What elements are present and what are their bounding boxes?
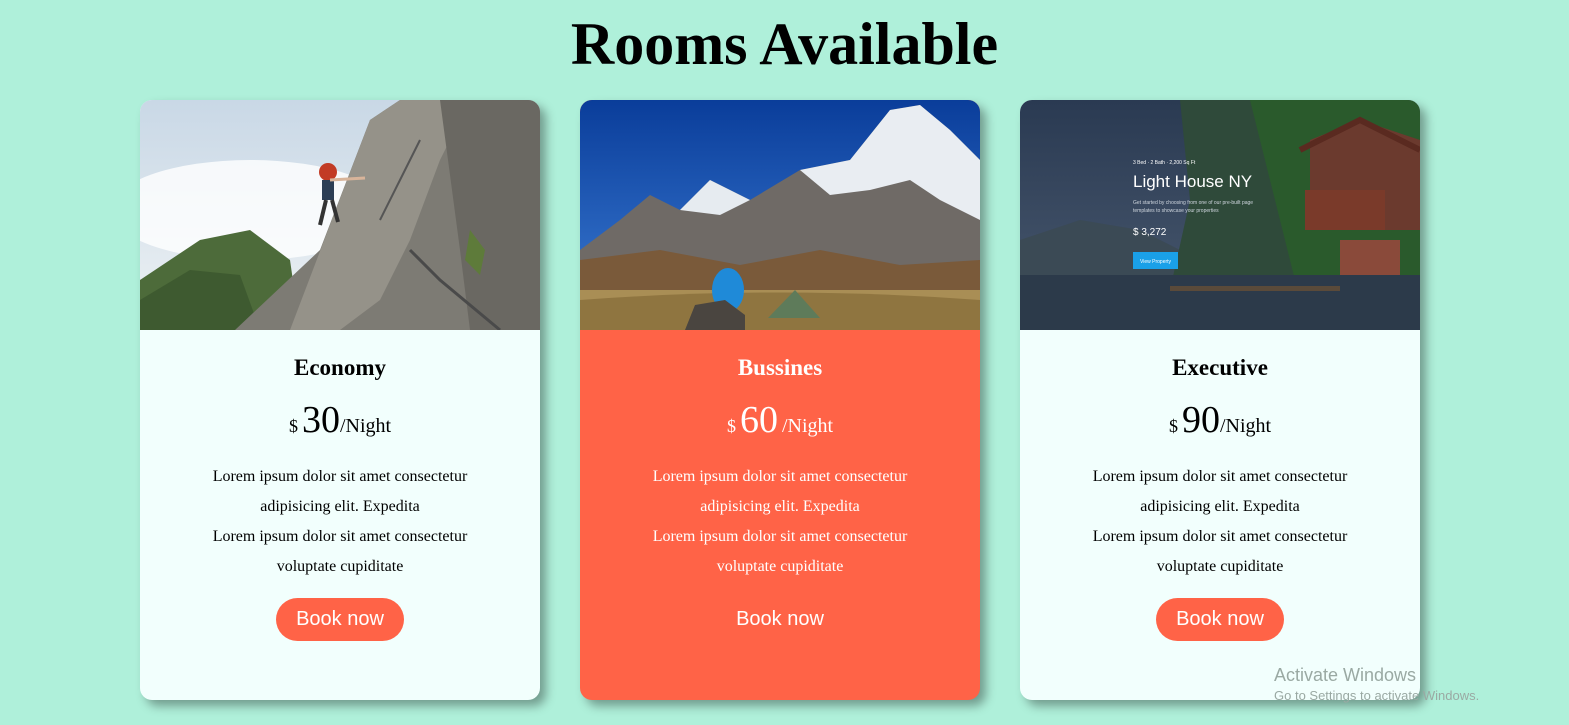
book-now-button[interactable]: Book now [716,598,844,641]
description-line: adipisicing elit. Expedita [260,498,420,515]
book-now-button[interactable]: Book now [1156,598,1284,641]
room-price: $ 90/Night [1020,398,1420,450]
description-line: adipisicing elit. Expedita [1140,498,1300,515]
room-name: Executive [1172,355,1268,380]
image-blurb: Get started by choosing from one of our … [1133,200,1253,206]
image-blurb: templates to showcase your properties [1133,208,1219,214]
description-line: Lorem ipsum dolor sit amet consectetur [652,468,908,485]
description-line: Lorem ipsum dolor sit amet consectetur [652,528,908,545]
room-card-executive: 3 Bed · 2 Bath · 2,200 Sq Ft Light House… [1020,100,1420,700]
room-price: $ 60 /Night [580,398,980,450]
page-title: Rooms Available [570,11,999,77]
activation-watermark: Activate Windows Go to Settings to activ… [1274,664,1479,706]
description-line: Lorem ipsum dolor sit amet consectetur [1092,528,1348,545]
room-name: Economy [294,355,386,380]
description-line: Lorem ipsum dolor sit amet consectetur [212,528,468,545]
currency-symbol: $ [726,416,736,436]
book-now-button[interactable]: Book now [276,598,404,641]
price-unit: /Night [339,415,392,437]
mountain-camp-image [580,100,980,330]
currency-symbol: $ [288,416,298,436]
description-line: adipisicing elit. Expedita [700,498,860,515]
room-card-economy: Economy $ 30/Night Lorem ipsum dolor sit… [140,100,540,700]
price-unit: /Night [1219,415,1272,437]
rock-climber-image [140,100,540,330]
room-description: Lorem ipsum dolor sit amet consectetur a… [1020,462,1420,582]
room-description: Lorem ipsum dolor sit amet consectetur a… [580,462,980,582]
room-cards: Economy $ 30/Night Lorem ipsum dolor sit… [140,100,1420,700]
description-line: Lorem ipsum dolor sit amet consectetur [1092,468,1348,485]
image-meta-text: 3 Bed · 2 Bath · 2,200 Sq Ft [1133,160,1196,166]
image-cta: View Property [1140,259,1172,265]
description-line: voluptate cupiditate [1156,558,1284,575]
watermark-title: Activate Windows [1274,665,1417,685]
room-description: Lorem ipsum dolor sit amet consectetur a… [140,462,540,582]
image-headline: Light House NY [1133,172,1252,191]
price-amount: 90 [1181,399,1220,441]
price-amount: 30 [301,399,340,441]
description-line: voluptate cupiditate [716,558,844,575]
room-name: Bussines [737,355,823,380]
lake-house-image: 3 Bed · 2 Bath · 2,200 Sq Ft Light House… [1020,100,1420,330]
room-card-bussines: Bussines $ 60 /Night Lorem ipsum dolor s… [580,100,980,700]
price-amount: 60 [739,399,778,441]
room-price: $ 30/Night [140,398,540,450]
currency-symbol: $ [1168,416,1178,436]
price-unit: /Night [781,415,834,437]
image-price: $ 3,272 [1133,227,1167,238]
description-line: Lorem ipsum dolor sit amet consectetur [212,468,468,485]
description-line: voluptate cupiditate [276,558,404,575]
watermark-subtitle: Go to Settings to activate Windows. [1274,688,1480,703]
